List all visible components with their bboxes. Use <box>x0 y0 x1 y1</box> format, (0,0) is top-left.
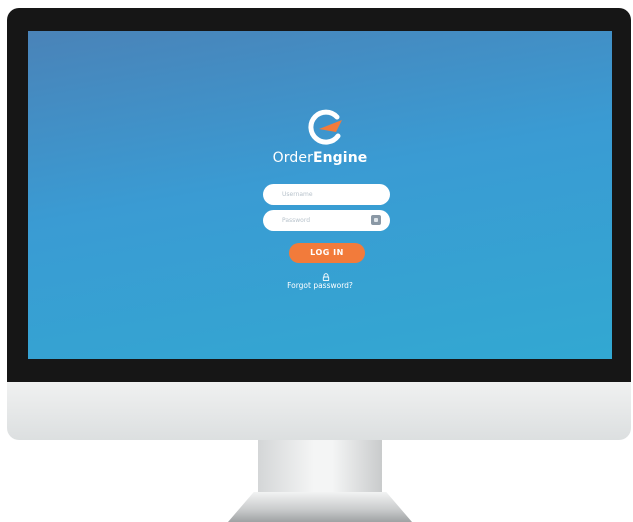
order-engine-logo-icon <box>308 109 342 145</box>
monitor-chin <box>7 382 631 440</box>
login-button[interactable]: LOG IN <box>289 243 365 263</box>
monitor-stand-base <box>228 492 412 522</box>
login-screen: OrderEngine LOG IN Forgot password? <box>28 31 612 359</box>
brand-name: OrderEngine <box>28 150 612 166</box>
username-input[interactable] <box>263 184 390 205</box>
lock-icon <box>322 273 330 281</box>
forgot-password-link[interactable]: Forgot password? <box>28 281 612 290</box>
brand-name-part1: Order <box>272 150 313 166</box>
monitor-stand-neck <box>258 440 382 498</box>
password-key-icon[interactable] <box>371 215 381 225</box>
brand-name-part2: Engine <box>312 150 368 166</box>
